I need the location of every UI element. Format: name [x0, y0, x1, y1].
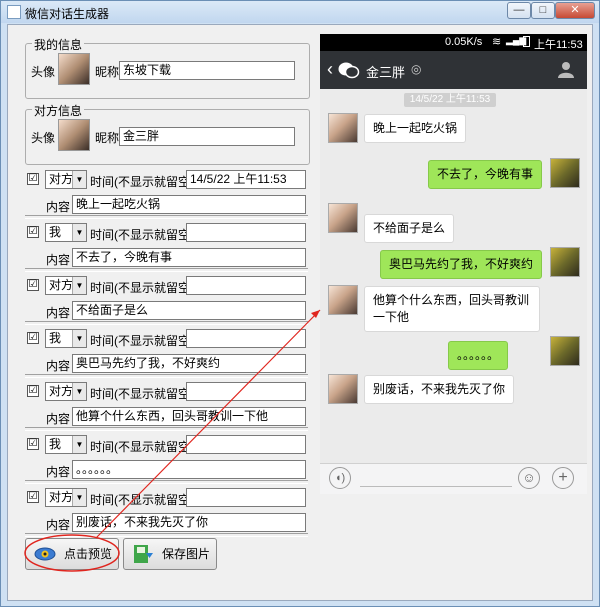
maximize-button[interactable]: □	[531, 2, 555, 19]
annotation-arrow	[24, 309, 321, 572]
window-title: 微信对话生成器	[25, 7, 110, 21]
app-window: 微信对话生成器 — □ ✕ 我的信息 头像 昵称 东坡下载 对方信息 头像 昵称…	[0, 0, 600, 607]
minimize-button[interactable]: —	[507, 2, 531, 19]
app-icon	[7, 5, 21, 19]
title-bar: 微信对话生成器 — □ ✕	[1, 1, 599, 23]
client-area: 我的信息 头像 昵称 东坡下载 对方信息 头像 昵称 金三胖 ☑ 对方 ▼ 时间(…	[7, 24, 593, 601]
close-button[interactable]: ✕	[555, 2, 595, 19]
